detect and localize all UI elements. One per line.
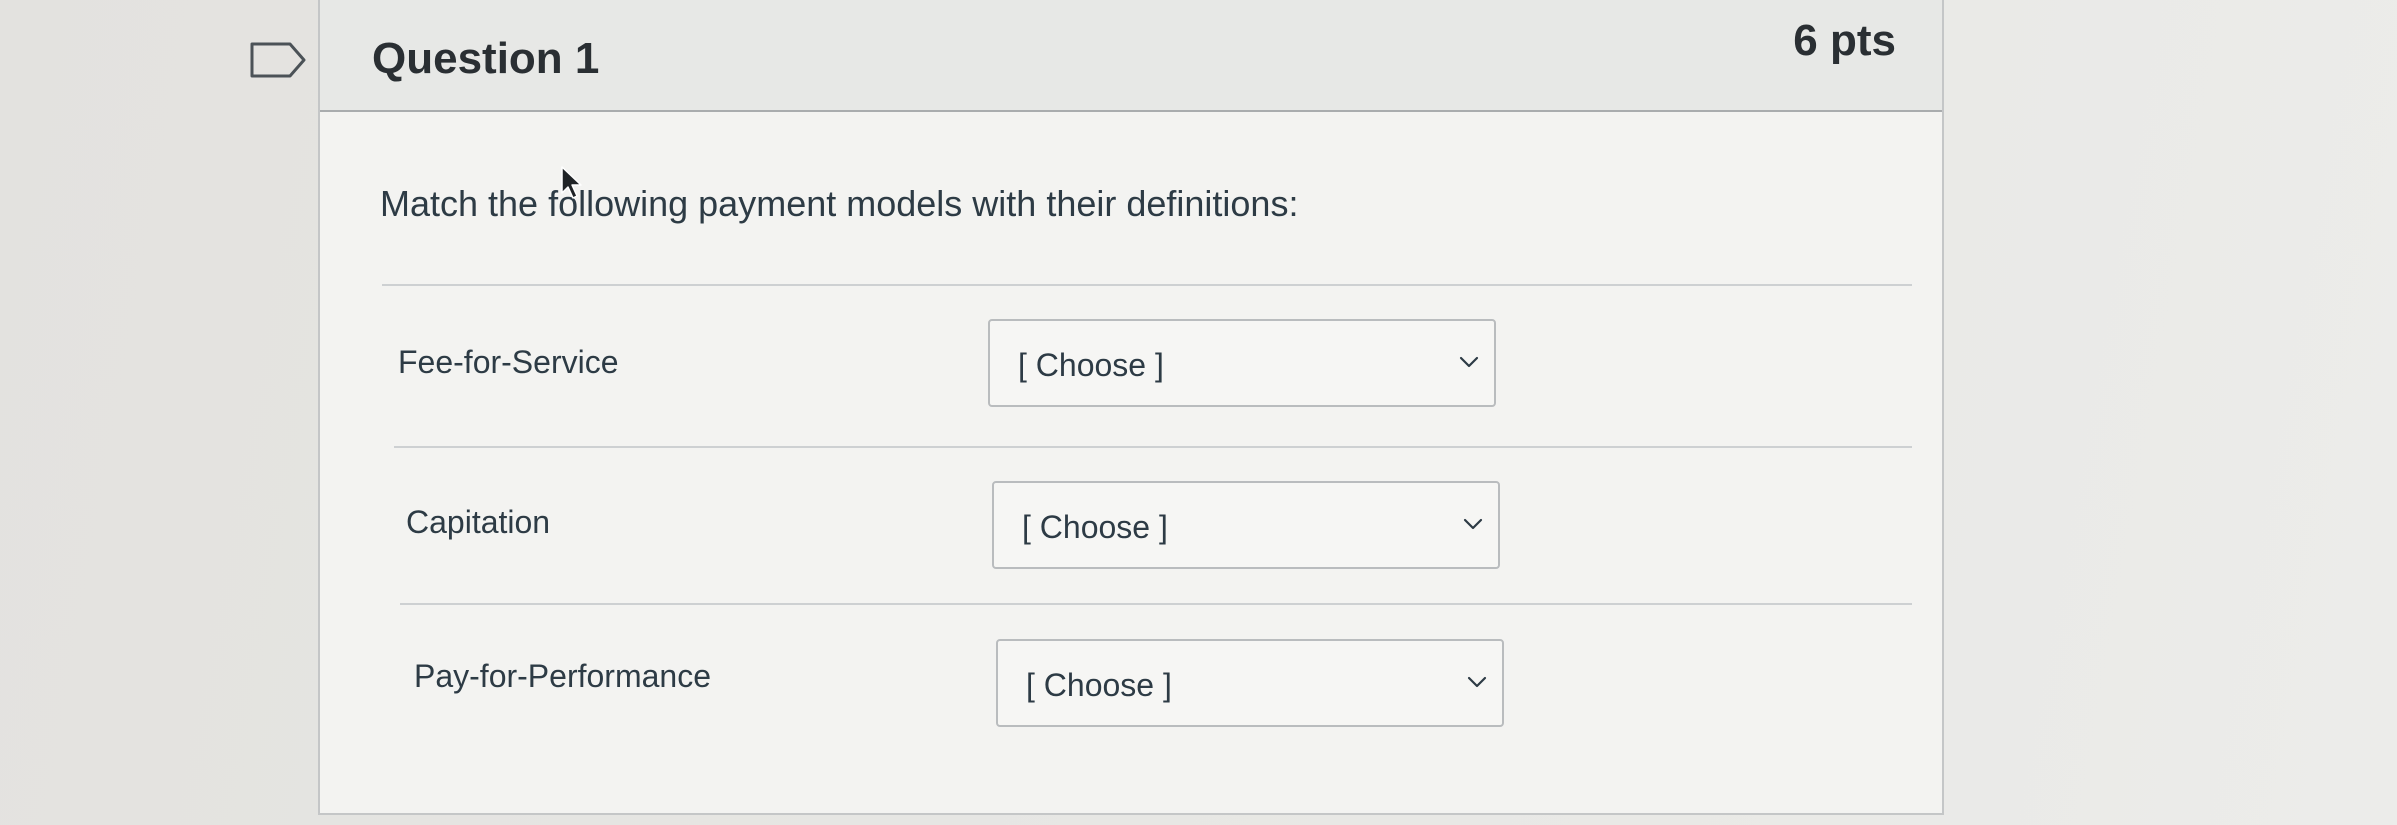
question-points: 6 pts [1793, 16, 1896, 65]
select-value: [ Choose ] [1026, 667, 1172, 703]
divider [400, 603, 1912, 605]
match-label-capitation: Capitation [406, 504, 551, 540]
select-value: [ Choose ] [1022, 509, 1168, 545]
divider [382, 284, 1912, 286]
answer-select-fee-for-service[interactable]: [ Choose ] [988, 319, 1496, 407]
divider [394, 446, 1912, 448]
chevron-down-icon [1463, 518, 1483, 530]
question-header: Question 1 6 pts [320, 0, 1942, 112]
question-card: Question 1 6 pts Match the following pay… [318, 0, 1944, 815]
answer-select-pay-for-performance[interactable]: [ Choose ] [996, 639, 1504, 727]
question-title: Question 1 [372, 34, 600, 83]
match-label-fee-for-service: Fee-for-Service [398, 344, 619, 380]
select-value: [ Choose ] [1018, 347, 1164, 383]
answer-select-capitation[interactable]: [ Choose ] [992, 481, 1500, 569]
chevron-down-icon [1459, 356, 1479, 368]
question-prompt: Match the following payment models with … [380, 183, 1299, 224]
flag-question-icon[interactable] [250, 42, 306, 78]
chevron-down-icon [1467, 676, 1487, 688]
match-label-pay-for-performance: Pay-for-Performance [414, 658, 711, 694]
mouse-pointer-icon [561, 166, 582, 199]
